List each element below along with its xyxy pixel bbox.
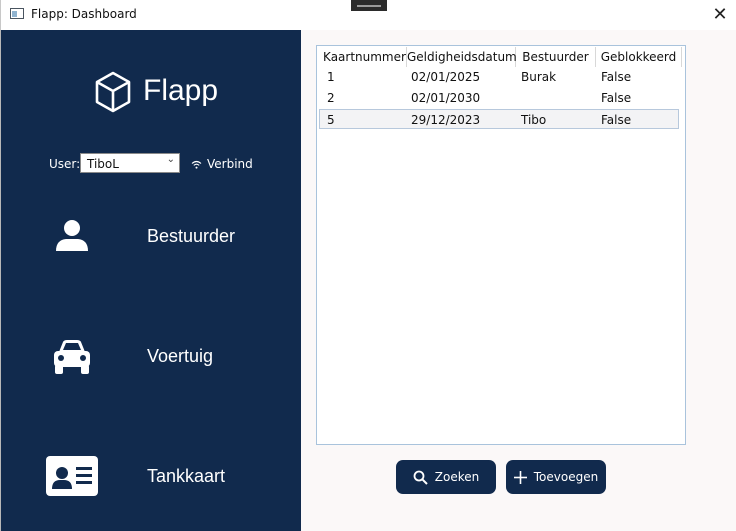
cell-datum: 02/01/2025 <box>411 70 481 84</box>
window-title: Flapp: Dashboard <box>31 7 137 21</box>
chevron-down-icon: ⌄ <box>166 154 175 165</box>
user-select-value: TiboL <box>87 157 119 171</box>
user-select[interactable]: TiboL ⌄ <box>80 153 180 173</box>
nav-item-tankkaart[interactable]: Tankkaart <box>1 432 301 522</box>
user-label: User: <box>49 157 81 171</box>
add-button-label: Toevoegen <box>533 470 599 484</box>
table-header: Kaartnummer Geldigheidsdatum Bestuurder … <box>319 47 685 67</box>
column-header-geblokkeerd[interactable]: Geblokkeerd <box>596 47 682 67</box>
search-icon <box>413 470 428 485</box>
cell-bestuurder: Burak <box>521 70 557 84</box>
cell-geblokkeerd: False <box>601 91 632 105</box>
column-header-bestuurder[interactable]: Bestuurder <box>516 47 596 67</box>
wifi-icon <box>191 160 202 169</box>
cube-logo-icon <box>95 71 131 113</box>
add-button[interactable]: Toevoegen <box>506 460 606 494</box>
column-header-geldigheidsdatum[interactable]: Geldigheidsdatum <box>407 47 517 67</box>
connect-button[interactable]: Verbind <box>191 156 253 172</box>
person-icon <box>56 220 88 251</box>
table-row[interactable]: 1 02/01/2025 Burak False <box>319 67 679 87</box>
cell-geblokkeerd: False <box>601 70 632 84</box>
id-card-icon <box>46 456 98 496</box>
cell-kaartnummer: 1 <box>327 70 335 84</box>
cell-kaartnummer: 2 <box>327 91 335 105</box>
fuel-cards-table[interactable]: Kaartnummer Geldigheidsdatum Bestuurder … <box>316 45 686 445</box>
drag-handle-icon[interactable] <box>351 0 387 11</box>
nav-item-bestuurder[interactable]: Bestuurder <box>1 192 301 282</box>
cell-datum: 29/12/2023 <box>411 113 481 127</box>
app-window-icon <box>10 8 24 19</box>
car-icon <box>54 340 90 374</box>
table-row-selected[interactable]: 5 29/12/2023 Tibo False <box>319 109 679 129</box>
search-button-label: Zoeken <box>434 470 480 484</box>
nav-label-bestuurder: Bestuurder <box>147 226 236 246</box>
connect-label: Verbind <box>207 157 253 171</box>
close-button[interactable]: ✕ <box>707 2 733 28</box>
search-button[interactable]: Zoeken <box>396 460 496 494</box>
nav-item-voertuig[interactable]: Voertuig <box>1 312 301 402</box>
plus-icon <box>513 470 527 484</box>
cell-bestuurder: Tibo <box>521 113 547 127</box>
sidebar: Flapp User: TiboL ⌄ Verbind Bestuurder V… <box>0 30 301 531</box>
nav-label-tankkaart: Tankkaart <box>147 466 226 486</box>
logo-text: Flapp <box>143 74 219 107</box>
cell-kaartnummer: 5 <box>327 113 335 127</box>
column-header-kaartnummer[interactable]: Kaartnummer <box>323 47 407 67</box>
nav-label-voertuig: Voertuig <box>147 346 214 366</box>
title-bar: Flapp: Dashboard ✕ <box>0 0 736 30</box>
cell-geblokkeerd: False <box>601 113 632 127</box>
cell-datum: 02/01/2030 <box>411 91 481 105</box>
table-row[interactable]: 2 02/01/2030 False <box>319 88 679 108</box>
